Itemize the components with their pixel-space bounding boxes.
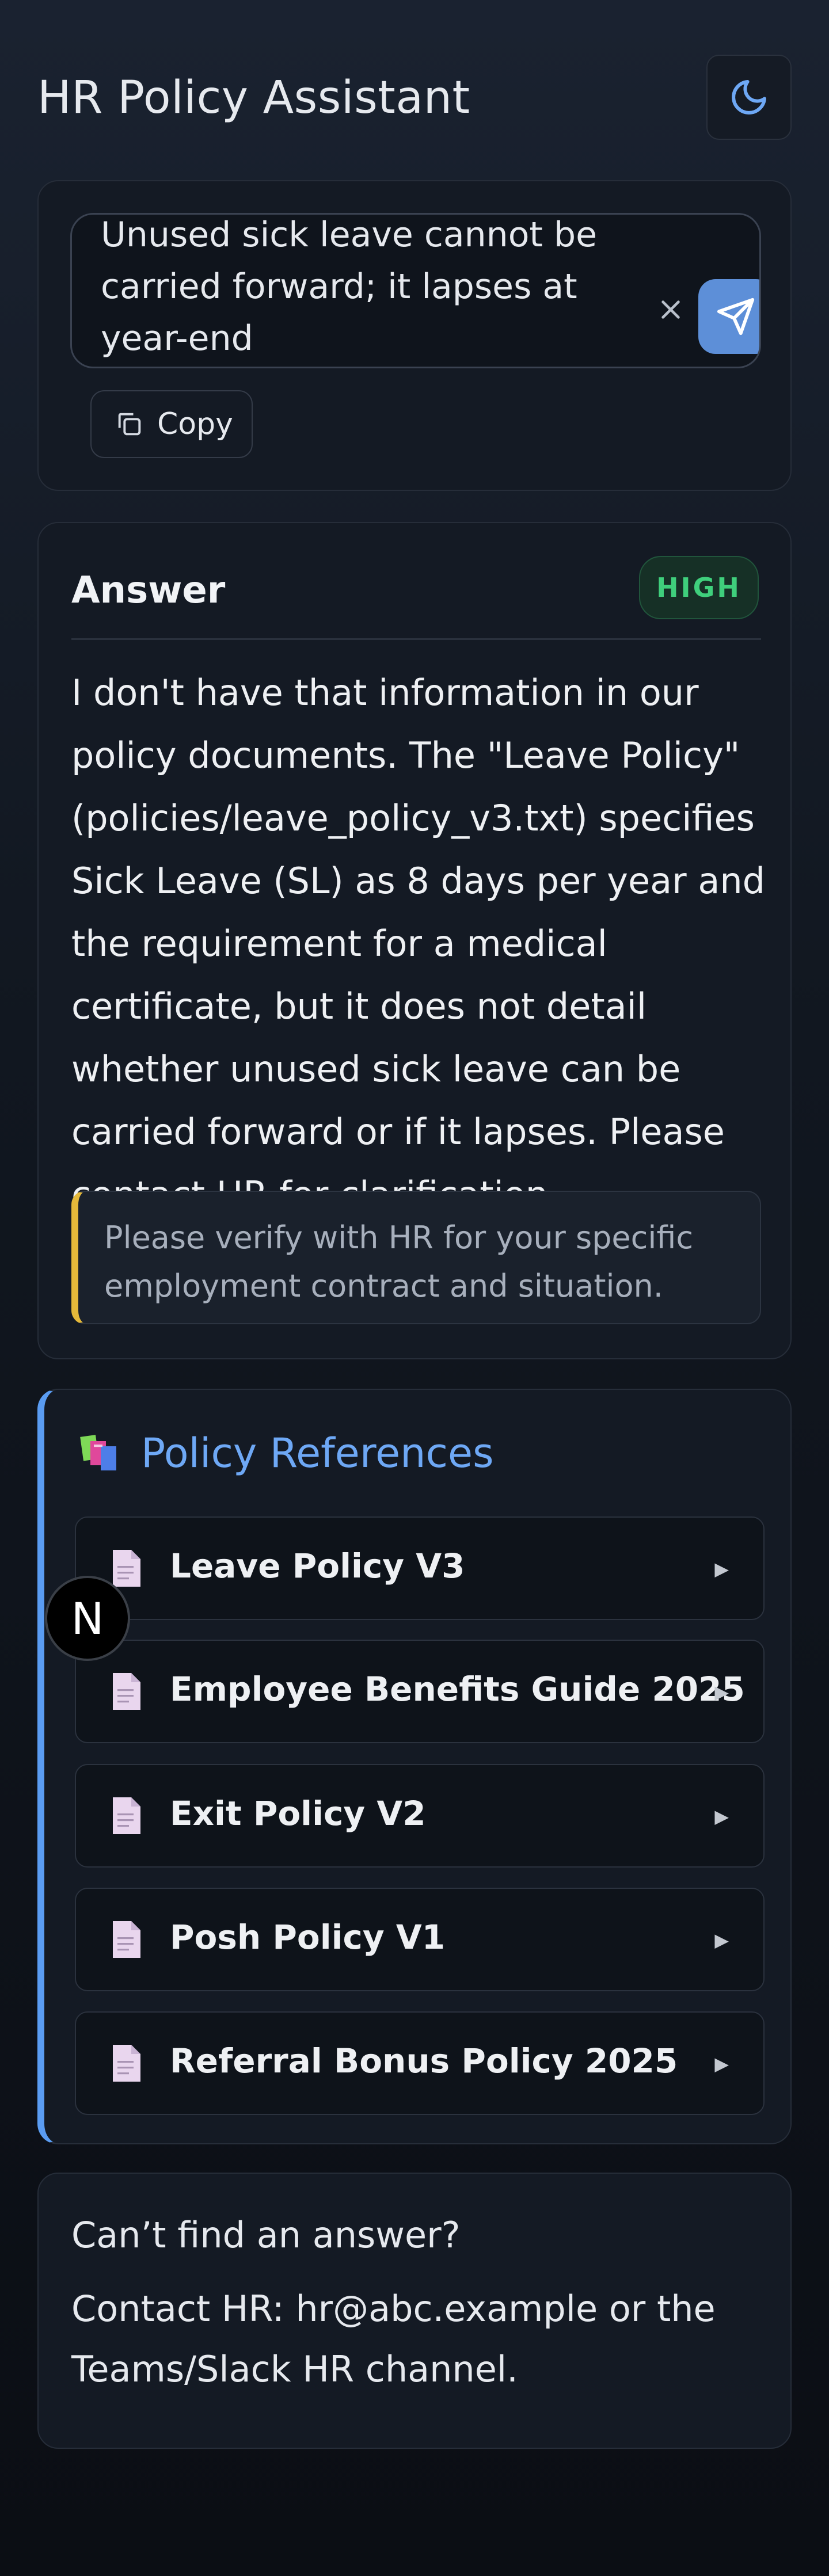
reference-label: Exit Policy V2: [170, 1794, 426, 1833]
question-card: Unused sick leave cannot be carried forw…: [37, 180, 792, 491]
header: HR Policy Assistant: [37, 55, 792, 141]
send-button[interactable]: [698, 279, 759, 354]
books-icon: [80, 1435, 116, 1470]
app-title: HR Policy Assistant: [37, 72, 470, 124]
theme-toggle-button[interactable]: [706, 55, 792, 140]
document-icon: [113, 1921, 140, 1958]
send-icon: [717, 298, 755, 336]
reference-item-leave-policy[interactable]: Leave Policy V3 ▶: [75, 1516, 765, 1620]
document-icon: [113, 2045, 140, 2082]
expand-arrow-icon: ▶: [714, 2053, 729, 2075]
help-card: Can’t find an answer? Contact HR: hr@abc…: [37, 2173, 792, 2449]
copy-button[interactable]: Copy: [90, 390, 253, 458]
reference-item-referral-bonus[interactable]: Referral Bonus Policy 2025 ▶: [75, 2011, 765, 2115]
reference-item-posh-policy[interactable]: Posh Policy V1 ▶: [75, 1888, 765, 1991]
reference-item-benefits-guide[interactable]: Employee Benefits Guide 2025 ▶: [75, 1640, 765, 1743]
document-icon: [113, 1673, 140, 1710]
question-input[interactable]: Unused sick leave cannot be carried forw…: [70, 213, 761, 368]
answer-card: Answer HIGH I don't have that informatio…: [37, 522, 792, 1359]
references-title: Policy References: [141, 1430, 494, 1477]
reference-label: Referral Bonus Policy 2025: [170, 2041, 678, 2080]
references-header: Policy References: [80, 1424, 494, 1482]
document-icon: [113, 1550, 140, 1587]
question-input-text[interactable]: Unused sick leave cannot be carried forw…: [101, 215, 619, 364]
reference-label: Posh Policy V1: [170, 1918, 446, 1957]
disclaimer-note: Please verify with HR for your specific …: [71, 1191, 761, 1324]
help-title: Can’t find an answer?: [71, 2214, 461, 2256]
reference-label: Leave Policy V3: [170, 1546, 465, 1586]
answer-text: I don't have that information in our pol…: [71, 672, 765, 1215]
expand-arrow-icon: ▶: [714, 1805, 729, 1827]
reference-item-exit-policy[interactable]: Exit Policy V2 ▶: [75, 1764, 765, 1868]
close-icon: [661, 300, 680, 319]
confidence-badge: HIGH: [639, 556, 759, 619]
moon-icon: [732, 80, 766, 115]
divider: [71, 638, 761, 640]
copy-label: Copy: [157, 407, 233, 441]
expand-arrow-icon: ▶: [714, 1929, 729, 1951]
reference-label: Employee Benefits Guide 2025: [170, 1670, 745, 1709]
policy-references-card: Policy References Leave Policy V3 ▶ Empl…: [37, 1389, 792, 2144]
framework-badge[interactable]: N: [45, 1576, 130, 1661]
answer-title: Answer: [71, 569, 226, 612]
copy-icon: [118, 413, 141, 436]
clear-input-button[interactable]: [653, 292, 688, 327]
document-icon: [113, 1797, 140, 1834]
expand-arrow-icon: ▶: [714, 1681, 729, 1703]
help-contact-text: Contact HR: hr@abc.example or the Teams/…: [71, 2288, 716, 2390]
expand-arrow-icon: ▶: [714, 1558, 729, 1580]
